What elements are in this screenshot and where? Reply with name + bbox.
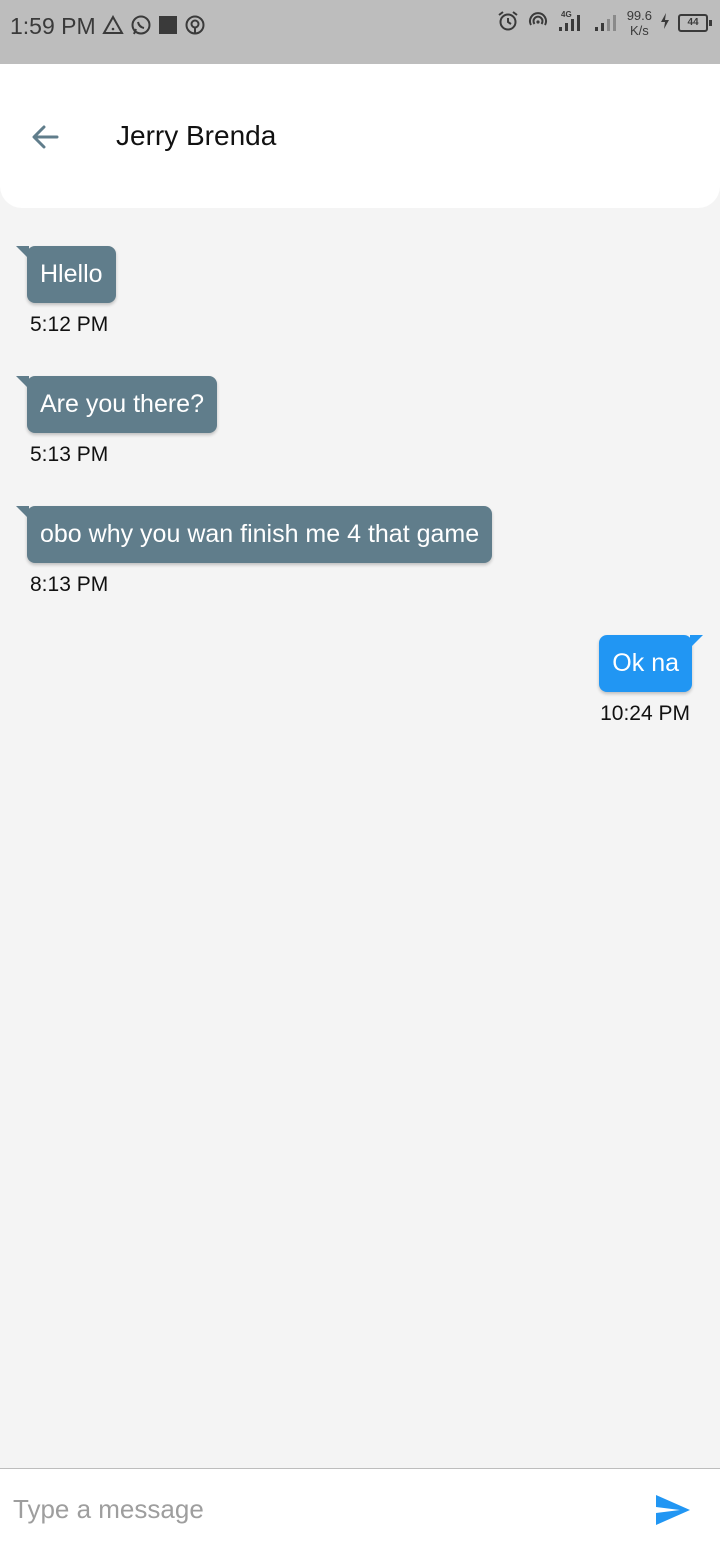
status-notification-icons xyxy=(102,14,206,41)
message-time: 5:13 PM xyxy=(30,443,109,466)
message-item: Ok na 10:24 PM xyxy=(599,635,703,727)
signal-icon xyxy=(593,9,619,38)
incoming-message-bubble[interactable]: Hlello xyxy=(16,246,116,303)
battery-level: 44 xyxy=(678,14,708,32)
message-text: Hlello xyxy=(40,260,103,288)
contact-name: Jerry Brenda xyxy=(116,120,277,151)
alarm-icon xyxy=(497,10,519,37)
message-text: obo why you wan finish me 4 that game xyxy=(40,520,480,548)
network-speed: 99.6 K/s xyxy=(627,8,652,38)
network-speed-unit: K/s xyxy=(629,23,649,38)
hotspot-icon xyxy=(527,10,549,37)
message-time: 5:12 PM xyxy=(30,313,109,336)
network-speed-value: 99.6 xyxy=(626,8,652,23)
outgoing-message-bubble[interactable]: Ok na xyxy=(599,635,703,692)
message-item: obo why you wan finish me 4 that game 8:… xyxy=(16,506,493,598)
bubble-tail xyxy=(16,376,29,389)
send-icon xyxy=(656,1495,690,1525)
hotspot-icon xyxy=(184,14,206,41)
message-input[interactable] xyxy=(13,1489,613,1529)
message-time: 8:13 PM xyxy=(30,573,109,596)
whatsapp-icon xyxy=(130,14,152,41)
status-bar: 1:59 PM 4G 99.6 K/s 44 xyxy=(0,0,720,64)
chat-header: Jerry Brenda xyxy=(0,64,720,208)
arrow-back-icon xyxy=(32,125,59,149)
square-notification-icon xyxy=(158,15,178,40)
message-item: Hlello 5:12 PM xyxy=(16,246,116,338)
charging-icon xyxy=(660,12,670,35)
incoming-message-bubble[interactable]: Are you there? xyxy=(16,376,217,433)
battery-icon: 44 xyxy=(678,14,712,32)
signal-4g-icon: 4G xyxy=(557,9,585,38)
bubble-tail xyxy=(690,635,703,648)
message-composer xyxy=(0,1468,720,1549)
message-text: Are you there? xyxy=(40,390,204,418)
status-time: 1:59 PM xyxy=(10,13,96,39)
warning-triangle-icon xyxy=(102,14,124,40)
incoming-message-bubble[interactable]: obo why you wan finish me 4 that game xyxy=(16,506,493,563)
message-time: 10:24 PM xyxy=(600,702,690,725)
message-text: Ok na xyxy=(612,649,679,677)
bubble-tail xyxy=(16,246,29,259)
svg-text:4G: 4G xyxy=(561,10,572,19)
status-system-icons: 4G 99.6 K/s 44 xyxy=(497,8,712,38)
back-button[interactable] xyxy=(24,116,66,158)
message-item: Are you there? 5:13 PM xyxy=(16,376,217,468)
send-button[interactable] xyxy=(652,1489,694,1531)
battery-tip xyxy=(709,20,712,26)
bubble-tail xyxy=(16,506,29,519)
